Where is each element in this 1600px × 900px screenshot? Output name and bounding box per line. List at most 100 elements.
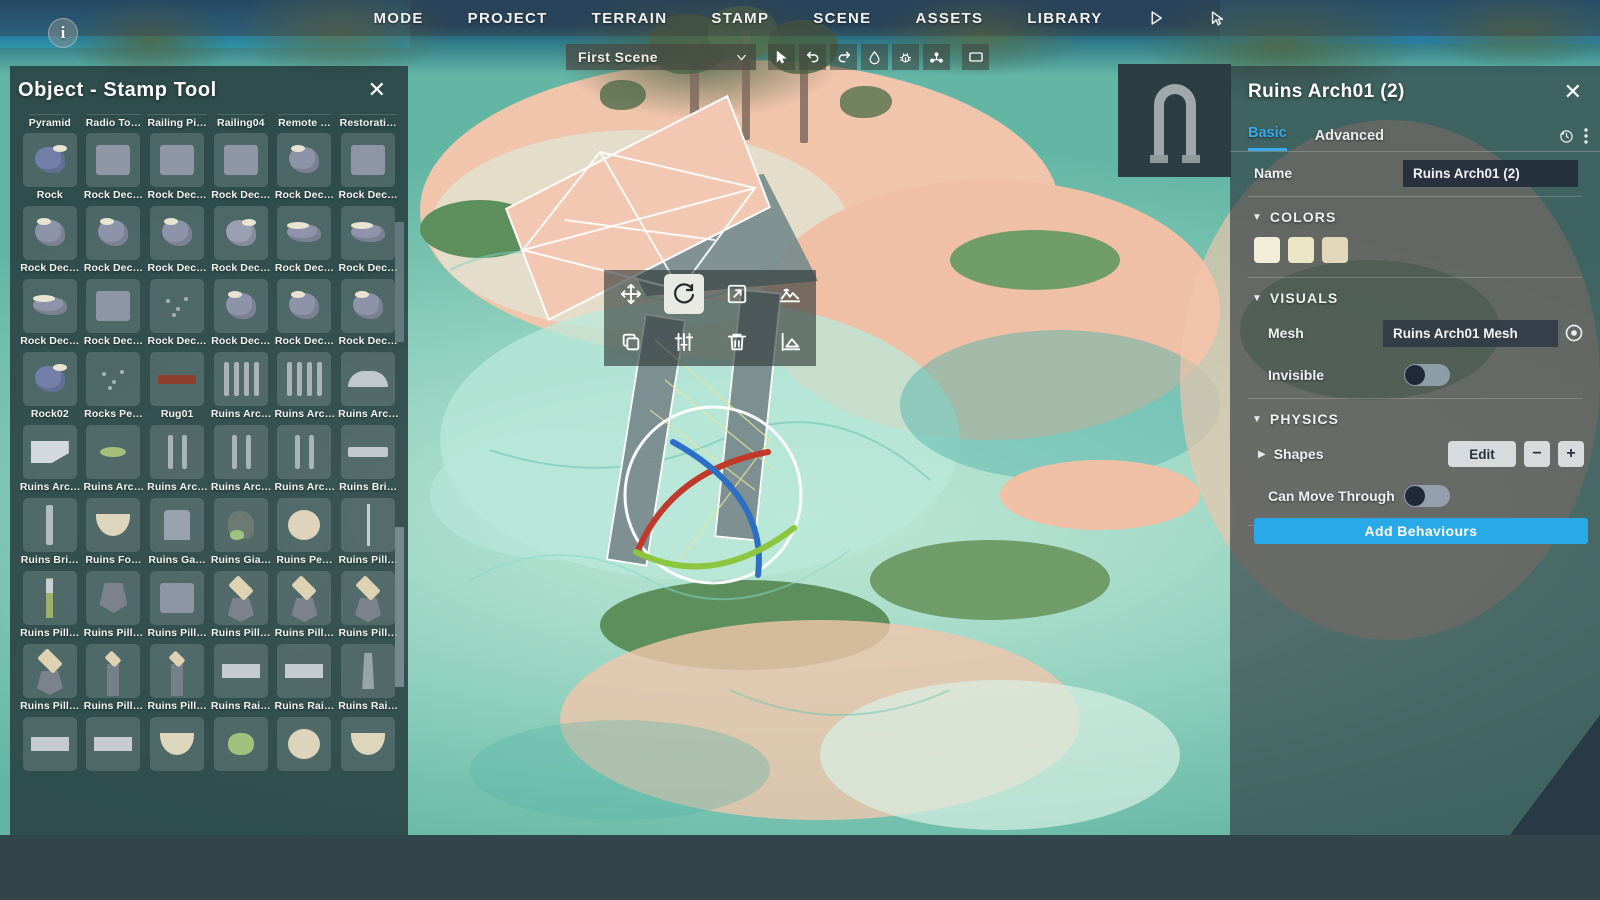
duplicate-tool[interactable] bbox=[611, 322, 651, 362]
bug-tool[interactable] bbox=[892, 44, 919, 70]
asset-item[interactable] bbox=[336, 717, 400, 790]
caret-right-icon[interactable]: ▶ bbox=[1258, 449, 1266, 460]
asset-item[interactable] bbox=[273, 717, 337, 790]
add-behaviours-button[interactable]: Add Behaviours bbox=[1254, 518, 1588, 544]
asset-scrollbar[interactable] bbox=[395, 122, 404, 827]
flatten-terrain-tool[interactable] bbox=[770, 322, 810, 362]
select-cursor-tool[interactable] bbox=[768, 44, 795, 70]
asset-item[interactable]: Ruins Pill… bbox=[82, 644, 146, 717]
kebab-menu-icon[interactable] bbox=[1584, 128, 1588, 144]
asset-item[interactable]: Ruins Arc… bbox=[273, 352, 337, 425]
asset-item[interactable]: Rock Dec… bbox=[336, 279, 400, 352]
asset-item[interactable] bbox=[82, 717, 146, 790]
menu-assets[interactable]: ASSETS bbox=[911, 6, 987, 31]
menu-library[interactable]: LIBRARY bbox=[1023, 6, 1106, 31]
asset-item[interactable]: Ruins Pill… bbox=[18, 571, 82, 644]
asset-item[interactable]: Ruins Ga… bbox=[145, 498, 209, 571]
asset-item[interactable]: Rock Dec… bbox=[145, 279, 209, 352]
asset-item[interactable]: Ruins Pill… bbox=[336, 571, 400, 644]
color-swatch-1[interactable] bbox=[1254, 237, 1280, 263]
asset-item[interactable]: Ruins Pill… bbox=[336, 498, 400, 571]
asset-item[interactable]: Rock Dec… bbox=[18, 206, 82, 279]
asset-item[interactable]: Ruins Rai… bbox=[336, 644, 400, 717]
asset-item[interactable]: Ruins Arc… bbox=[209, 352, 273, 425]
asset-item[interactable]: Ruins Bri… bbox=[336, 425, 400, 498]
add-shape-button[interactable]: + bbox=[1558, 441, 1584, 467]
asset-header-item[interactable]: Railing04 bbox=[209, 114, 273, 133]
asset-item[interactable]: Ruins Pill… bbox=[209, 571, 273, 644]
asset-item[interactable] bbox=[18, 717, 82, 790]
asset-item[interactable]: Rock Dec… bbox=[145, 133, 209, 206]
info-icon[interactable]: i bbox=[48, 18, 78, 48]
asset-item[interactable]: Rock Dec… bbox=[273, 133, 337, 206]
tab-basic[interactable]: Basic bbox=[1248, 125, 1287, 151]
delete-tool[interactable] bbox=[717, 322, 757, 362]
asset-item[interactable]: Rock Dec… bbox=[82, 133, 146, 206]
reset-clock-icon[interactable] bbox=[1559, 129, 1574, 144]
target-circle-icon[interactable] bbox=[1564, 323, 1584, 343]
axis-tool[interactable] bbox=[923, 44, 950, 70]
close-icon[interactable]: ✕ bbox=[1560, 79, 1586, 105]
play-icon[interactable] bbox=[1143, 5, 1169, 31]
asset-item[interactable]: Rock02 bbox=[18, 352, 82, 425]
menu-terrain[interactable]: TERRAIN bbox=[588, 6, 672, 31]
asset-item[interactable]: Ruins Pe… bbox=[273, 498, 337, 571]
asset-item[interactable]: Ruins Arc… bbox=[18, 425, 82, 498]
menu-stamp[interactable]: STAMP bbox=[707, 6, 773, 31]
gizmo-toolbar[interactable] bbox=[604, 270, 816, 366]
physics-section-header[interactable]: ▼ PHYSICS bbox=[1230, 401, 1600, 433]
asset-item[interactable]: Rocks Pe… bbox=[82, 352, 146, 425]
asset-item[interactable]: Ruins Arc… bbox=[336, 352, 400, 425]
colors-section-header[interactable]: ▼ COLORS bbox=[1230, 199, 1600, 231]
asset-item[interactable]: Rock Dec… bbox=[18, 279, 82, 352]
asset-item[interactable]: Rock Dec… bbox=[273, 279, 337, 352]
asset-item[interactable]: Ruins Arc… bbox=[82, 425, 146, 498]
frame-tool[interactable] bbox=[962, 44, 989, 70]
asset-item[interactable]: Rock Dec… bbox=[209, 279, 273, 352]
asset-item[interactable]: Rock Dec… bbox=[145, 206, 209, 279]
asset-item[interactable]: Ruins Arc… bbox=[273, 425, 337, 498]
asset-item[interactable]: Rug01 bbox=[145, 352, 209, 425]
asset-item[interactable]: Ruins Arc… bbox=[209, 425, 273, 498]
snap-terrain-tool[interactable] bbox=[770, 274, 810, 314]
asset-item[interactable]: Ruins Rai… bbox=[273, 644, 337, 717]
edit-shapes-button[interactable]: Edit bbox=[1448, 441, 1516, 467]
menu-scene[interactable]: SCENE bbox=[809, 6, 875, 31]
asset-header-item[interactable]: Remote … bbox=[273, 114, 337, 133]
scrollbar-thumb[interactable] bbox=[395, 527, 404, 687]
asset-item[interactable]: Rock Dec… bbox=[209, 206, 273, 279]
asset-item[interactable]: Ruins Pill… bbox=[273, 571, 337, 644]
asset-item[interactable]: Ruins Gia… bbox=[209, 498, 273, 571]
asset-item[interactable]: Rock Dec… bbox=[336, 206, 400, 279]
asset-item[interactable]: Rock bbox=[18, 133, 82, 206]
mesh-value[interactable]: Ruins Arch01 Mesh bbox=[1383, 320, 1558, 347]
asset-scroll-area[interactable]: PyramidRadio To…Railing Pi…Railing04Remo… bbox=[10, 114, 408, 835]
asset-header-item[interactable]: Restorati… bbox=[336, 114, 400, 133]
asset-item[interactable]: Ruins Pill… bbox=[82, 571, 146, 644]
asset-item[interactable] bbox=[145, 717, 209, 790]
scrollbar-thumb-upper[interactable] bbox=[395, 222, 404, 342]
tab-advanced[interactable]: Advanced bbox=[1315, 128, 1384, 151]
color-swatch-3[interactable] bbox=[1322, 237, 1348, 263]
menu-project[interactable]: PROJECT bbox=[464, 6, 552, 31]
asset-item[interactable]: Ruins Pill… bbox=[145, 644, 209, 717]
redo-tool[interactable] bbox=[830, 44, 857, 70]
visuals-section-header[interactable]: ▼ VISUALS bbox=[1230, 280, 1600, 312]
asset-header-item[interactable]: Radio To… bbox=[82, 114, 146, 133]
asset-item[interactable]: Rock Dec… bbox=[82, 206, 146, 279]
asset-item[interactable]: Rock Dec… bbox=[336, 133, 400, 206]
can-move-through-toggle[interactable] bbox=[1404, 485, 1450, 507]
scale-tool[interactable] bbox=[717, 274, 757, 314]
scene-selector[interactable]: First Scene bbox=[566, 44, 756, 70]
menu-mode[interactable]: MODE bbox=[369, 6, 427, 31]
asset-item[interactable]: Rock Dec… bbox=[82, 279, 146, 352]
cursor-icon[interactable] bbox=[1205, 5, 1231, 31]
asset-item[interactable]: Rock Dec… bbox=[209, 133, 273, 206]
asset-header-item[interactable]: Railing Pi… bbox=[145, 114, 209, 133]
invisible-toggle[interactable] bbox=[1404, 364, 1450, 386]
undo-tool[interactable] bbox=[799, 44, 826, 70]
asset-item[interactable]: Ruins Rai… bbox=[209, 644, 273, 717]
close-icon[interactable]: ✕ bbox=[362, 77, 392, 103]
settings-tool[interactable] bbox=[664, 322, 704, 362]
remove-shape-button[interactable]: − bbox=[1524, 441, 1550, 467]
